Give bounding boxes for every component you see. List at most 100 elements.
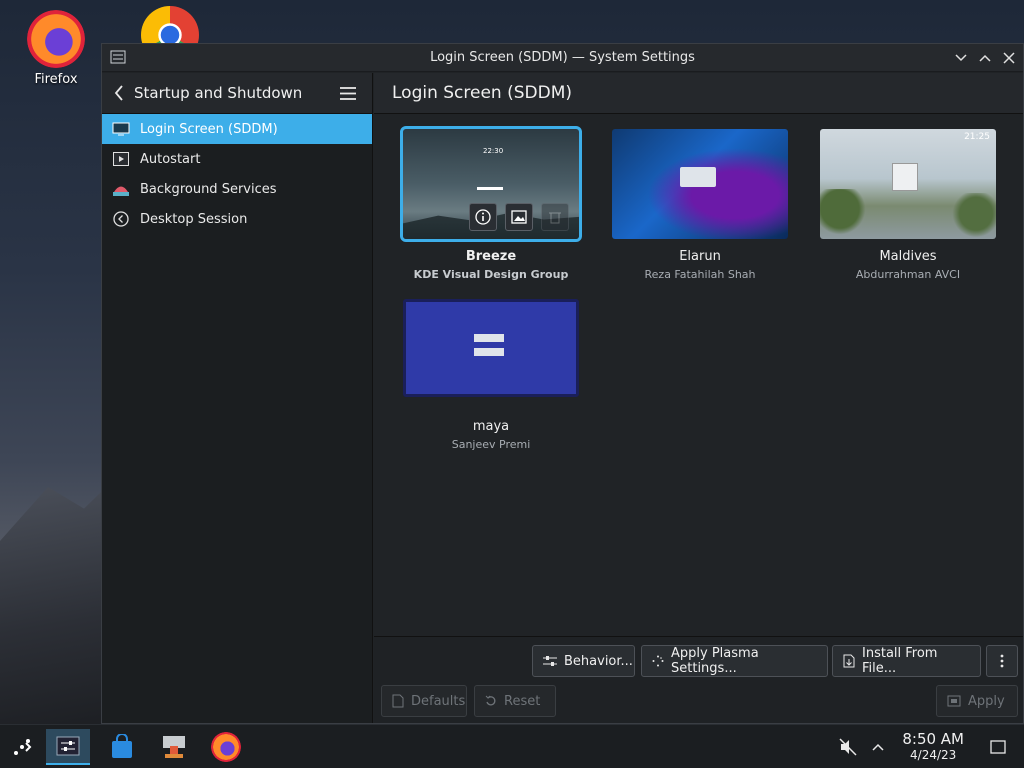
preview-username-field <box>474 334 504 342</box>
taskbar-firefox[interactable] <box>204 729 248 765</box>
more-options-button[interactable] <box>986 645 1018 677</box>
theme-name: Elarun <box>679 249 721 264</box>
theme-name: Maldives <box>879 249 937 264</box>
sparkle-icon <box>652 655 664 667</box>
info-icon <box>475 209 491 225</box>
theme-author: KDE Visual Design Group <box>413 268 569 281</box>
theme-card-maya[interactable]: maya Sanjeev Premi <box>401 299 581 451</box>
taskbar: 8:50 AM 4/24/23 <box>0 724 1024 768</box>
undo-icon <box>485 695 497 707</box>
window-title: Login Screen (SDDM) — System Settings <box>430 50 695 65</box>
show-desktop-button[interactable] <box>976 729 1020 765</box>
taskbar-installer[interactable] <box>152 729 196 765</box>
main-panel: Login Screen (SDDM) 22:30 Breeze KDE Vis… <box>374 73 1023 723</box>
theme-info-button[interactable] <box>469 203 497 231</box>
theme-preview[interactable]: 22:30 <box>400 126 582 242</box>
desktop-icon-label: Firefox <box>34 72 78 87</box>
play-icon <box>112 151 130 167</box>
monitor-icon <box>112 121 130 137</box>
apply-plasma-label: Apply Plasma Settings... <box>671 646 759 676</box>
clock-date: 4/24/23 <box>910 748 957 762</box>
taskbar-discover[interactable] <box>100 729 144 765</box>
kebab-menu-icon <box>1000 654 1004 668</box>
session-icon <box>112 211 130 227</box>
theme-name: maya <box>472 419 510 434</box>
theme-preview[interactable] <box>612 129 788 239</box>
sidebar-item-login-screen[interactable]: Login Screen (SDDM) <box>102 114 372 144</box>
preview-login-box <box>680 167 716 187</box>
close-icon <box>1003 52 1015 64</box>
taskbar-system-settings[interactable] <box>46 729 90 765</box>
sidebar-item-autostart[interactable]: Autostart <box>102 144 372 174</box>
theme-card-maldives[interactable]: 21:25 Maldives Abdurrahman AVCI <box>818 129 998 281</box>
chevron-up-icon <box>979 54 991 62</box>
preview-clock: 22:30 <box>483 147 504 155</box>
sidebar-header: Startup and Shutdown <box>102 73 372 114</box>
settings-sliders-icon <box>56 736 80 756</box>
installer-icon <box>163 736 185 758</box>
defaults-label: Defaults <box>411 693 466 709</box>
show-desktop-icon <box>990 740 1006 754</box>
system-tray-expand-button[interactable] <box>858 729 898 765</box>
sidebar-item-background-services[interactable]: Background Services <box>102 174 372 204</box>
theme-wallpaper-button[interactable] <box>505 203 533 231</box>
behavior-button[interactable]: Behavior... <box>532 645 635 677</box>
preview-tree <box>946 193 996 239</box>
title-bar[interactable]: Login Screen (SDDM) — System Settings <box>102 44 1023 72</box>
page-title: Login Screen (SDDM) <box>374 73 1023 114</box>
sidebar-item-label: Background Services <box>140 181 277 197</box>
preview-password-field <box>474 348 504 356</box>
clock-time: 8:50 AM <box>902 730 964 748</box>
document-icon <box>392 694 404 708</box>
install-from-file-button[interactable]: Install From File... <box>832 645 981 677</box>
firefox-icon <box>27 10 85 68</box>
window-menu-icon[interactable] <box>110 50 126 64</box>
theme-card-elarun[interactable]: Elarun Reza Fatahilah Shah <box>610 129 790 281</box>
sidebar-item-desktop-session[interactable]: Desktop Session <box>102 204 372 234</box>
firefox-icon <box>211 732 241 762</box>
sidebar-item-label: Autostart <box>140 151 201 167</box>
preview-clock: 21:25 <box>964 132 990 142</box>
theme-card-breeze[interactable]: 22:30 Breeze KDE Visual Design Group <box>400 126 582 281</box>
hamburger-icon <box>340 86 356 100</box>
theme-author: Reza Fatahilah Shah <box>644 268 756 281</box>
maximize-button[interactable] <box>975 48 995 68</box>
file-install-icon <box>843 654 855 668</box>
digital-clock[interactable]: 8:50 AM 4/24/23 <box>902 730 964 762</box>
trash-icon <box>549 212 561 224</box>
application-launcher-button[interactable] <box>0 729 44 765</box>
apply-button[interactable]: Apply <box>936 685 1018 717</box>
sidebar-category-title: Startup and Shutdown <box>134 84 303 102</box>
footer-bar: Behavior... Apply Plasma Settings... Ins… <box>374 636 1023 723</box>
minimize-button[interactable] <box>951 48 971 68</box>
reset-label: Reset <box>504 693 541 709</box>
volume-muted-icon <box>839 738 857 756</box>
sliders-icon <box>543 655 557 667</box>
steamdeck-launcher-icon <box>14 739 32 755</box>
install-label: Install From File... <box>862 646 938 676</box>
sidebar: Startup and Shutdown Login Screen (SDDM)… <box>102 73 373 723</box>
system-settings-window: Login Screen (SDDM) — System Settings St… <box>101 43 1024 724</box>
defaults-button[interactable]: Defaults <box>381 685 467 717</box>
theme-preview[interactable]: 21:25 <box>820 129 996 239</box>
theme-delete-button[interactable] <box>541 203 569 231</box>
apply-label: Apply <box>968 693 1005 709</box>
apply-icon <box>947 695 961 707</box>
chevron-down-icon <box>955 54 967 62</box>
chevron-up-icon <box>872 743 884 751</box>
sidebar-item-label: Desktop Session <box>140 211 248 227</box>
reset-button[interactable]: Reset <box>474 685 556 717</box>
preview-password-field <box>477 187 503 190</box>
services-icon <box>112 181 130 197</box>
theme-name: Breeze <box>465 249 517 264</box>
theme-preview[interactable] <box>403 299 579 397</box>
apply-plasma-settings-button[interactable]: Apply Plasma Settings... <box>641 645 828 677</box>
store-bag-icon <box>112 734 132 758</box>
desktop-icon-firefox[interactable]: Firefox <box>16 10 96 87</box>
close-button[interactable] <box>999 48 1019 68</box>
preview-login-box <box>892 163 918 191</box>
hamburger-menu-button[interactable] <box>332 78 364 108</box>
sidebar-item-label: Login Screen (SDDM) <box>140 121 278 137</box>
back-arrow-icon[interactable] <box>114 85 124 101</box>
theme-author: Sanjeev Premi <box>451 438 531 451</box>
